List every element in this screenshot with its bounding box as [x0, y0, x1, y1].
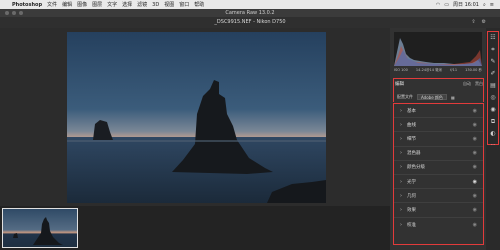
file-name: _DSC9915.NEF - Nikon D750: [214, 19, 286, 25]
camera-info: ISO 100 14-24@14 毫米 f/11 130.00 秒: [394, 68, 482, 74]
radial-filter-icon[interactable]: ◎: [489, 94, 497, 102]
edit-header: 编辑 自动 黑白: [395, 80, 483, 87]
section-basic[interactable]: › 基本 ◉: [394, 104, 483, 119]
menu-item-select[interactable]: 选择: [122, 1, 132, 8]
close-window-button[interactable]: [5, 11, 9, 15]
export-icon[interactable]: ⇪: [471, 17, 475, 28]
menu-item-3d[interactable]: 3D: [152, 2, 159, 8]
window-controls: [5, 11, 23, 15]
zoom-window-button[interactable]: [19, 11, 23, 15]
menu-item-file[interactable]: 文件: [47, 1, 57, 8]
wifi-icon[interactable]: ◠: [436, 2, 440, 8]
section-curve[interactable]: › 曲线 ◉: [394, 118, 483, 133]
edit-header-buttons: 自动 黑白: [463, 81, 483, 87]
title-bar: Camera Raw 13.0.2: [0, 9, 500, 17]
chevron-right-icon: ›: [400, 150, 402, 157]
section-color-grading[interactable]: › 颜色分级 ◉: [394, 161, 483, 175]
profile-select[interactable]: Adobe 颜色: [417, 94, 447, 100]
file-bar-actions: ⇪ ⚙: [471, 17, 486, 28]
eye-icon[interactable]: ◉: [473, 164, 477, 170]
file-bar: _DSC9915.NEF - Nikon D750 ⇪ ⚙: [0, 17, 500, 28]
small-rock: [93, 120, 113, 140]
menu-item-help[interactable]: 帮助: [194, 1, 204, 8]
edit-sliders-icon[interactable]: ☷: [489, 34, 497, 42]
menu-item-image[interactable]: 图像: [77, 1, 87, 8]
menu-item-filter[interactable]: 滤镜: [137, 1, 147, 8]
crop-icon[interactable]: ⌗: [489, 46, 497, 54]
eye-icon[interactable]: ◉: [473, 207, 477, 213]
chevron-right-icon: ›: [400, 107, 402, 114]
eye-icon[interactable]: ◉: [473, 222, 477, 228]
section-label: 光学: [407, 179, 416, 185]
camera-raw-window: Photoshop 文件 编辑 图像 图层 文字 选择 滤镜 3D 视图 窗口 …: [0, 0, 500, 250]
menu-item-type[interactable]: 文字: [107, 1, 117, 8]
eye-icon[interactable]: ◉: [473, 122, 477, 128]
aperture-value: f/11: [450, 68, 458, 72]
auto-button[interactable]: 自动: [463, 81, 471, 87]
search-icon[interactable]: ⌕: [483, 2, 486, 8]
section-color-mixer[interactable]: › 混色器 ◉: [394, 147, 483, 161]
healing-brush-icon[interactable]: ✎: [489, 58, 497, 66]
section-effects[interactable]: › 效果 ◉: [394, 203, 483, 218]
histogram-graph: [394, 38, 482, 66]
section-label: 效果: [407, 207, 416, 213]
photo-preview[interactable]: [67, 32, 326, 203]
section-label: 校准: [407, 222, 416, 228]
red-eye-icon[interactable]: ◉: [489, 106, 497, 114]
section-detail[interactable]: › 细节 ◉: [394, 132, 483, 147]
lens-value: 14-24@14 毫米: [415, 68, 443, 72]
shutter-value: 130.00 秒: [465, 68, 482, 72]
menu-bar: Photoshop 文件 编辑 图像 图层 文字 选择 滤镜 3D 视图 窗口 …: [0, 0, 500, 9]
chevron-right-icon: ›: [400, 135, 402, 142]
chevron-right-icon: ›: [400, 121, 402, 128]
chevron-right-icon: ›: [400, 206, 402, 213]
section-label: 基本: [407, 108, 416, 114]
section-label: 曲线: [407, 122, 416, 128]
chevron-right-icon: ›: [400, 192, 402, 199]
histogram: [394, 32, 482, 66]
eye-icon[interactable]: ◉: [473, 108, 477, 114]
eye-icon[interactable]: ◉: [473, 179, 477, 185]
eye-icon[interactable]: ◉: [473, 193, 477, 199]
profile-row: 配置文件 Adobe 颜色 ▦: [397, 93, 481, 101]
chevron-right-icon: ›: [400, 164, 402, 171]
section-label: 混色器: [407, 151, 421, 157]
more-icon[interactable]: …: [489, 140, 497, 148]
section-geometry[interactable]: › 几何 ◉: [394, 189, 483, 204]
adjustment-sections: › 基本 ◉ › 曲线 ◉ › 细节 ◉ › 混色器 ◉ › 颜色分级 ◉ › 光学 ◉ › 几何 ◉ › 效…: [393, 103, 484, 245]
thumbnail-image: [13, 217, 63, 245]
iso-value: ISO 100: [394, 68, 408, 72]
edit-title: 编辑: [395, 81, 404, 87]
eye-icon[interactable]: ◉: [473, 136, 477, 142]
section-optics[interactable]: › 光学 ◉: [394, 175, 483, 190]
minimize-window-button[interactable]: [12, 11, 16, 15]
adjustment-brush-icon[interactable]: ✐: [489, 70, 497, 78]
section-label: 几何: [407, 193, 416, 199]
section-label: 细节: [407, 136, 416, 142]
profile-browser-icon[interactable]: ▦: [451, 95, 455, 100]
section-calibration[interactable]: › 校准 ◉: [394, 218, 483, 232]
menu-app-name[interactable]: Photoshop: [12, 2, 42, 8]
menu-item-window[interactable]: 窗口: [179, 1, 189, 8]
menu-item-layer[interactable]: 图层: [92, 1, 102, 8]
clock[interactable]: 周日 16:01: [453, 1, 479, 8]
filmstrip-thumbnail[interactable]: [2, 208, 78, 248]
menu-item-edit[interactable]: 编辑: [62, 1, 72, 8]
status-area: ◠ ▭ 周日 16:01 ⌕ ≡: [436, 1, 500, 9]
chevron-right-icon: ›: [400, 178, 402, 185]
graduated-filter-icon[interactable]: ▤: [489, 82, 497, 90]
profile-label: 配置文件: [397, 94, 413, 99]
battery-icon[interactable]: ▭: [444, 2, 449, 8]
menu-item-view[interactable]: 视图: [164, 1, 174, 8]
control-center-icon[interactable]: ≡: [490, 2, 494, 8]
eye-icon[interactable]: ◉: [473, 150, 477, 156]
seascape-image: [67, 80, 326, 203]
black-white-button[interactable]: 黑白: [475, 81, 483, 87]
window-title: Camera Raw 13.0.2: [225, 10, 275, 16]
presets-icon[interactable]: ◐: [489, 130, 497, 138]
chevron-right-icon: ›: [400, 221, 402, 228]
gear-icon[interactable]: ⚙: [482, 17, 486, 28]
section-label: 颜色分级: [407, 165, 425, 171]
snapshots-icon[interactable]: ⧉: [489, 118, 497, 126]
